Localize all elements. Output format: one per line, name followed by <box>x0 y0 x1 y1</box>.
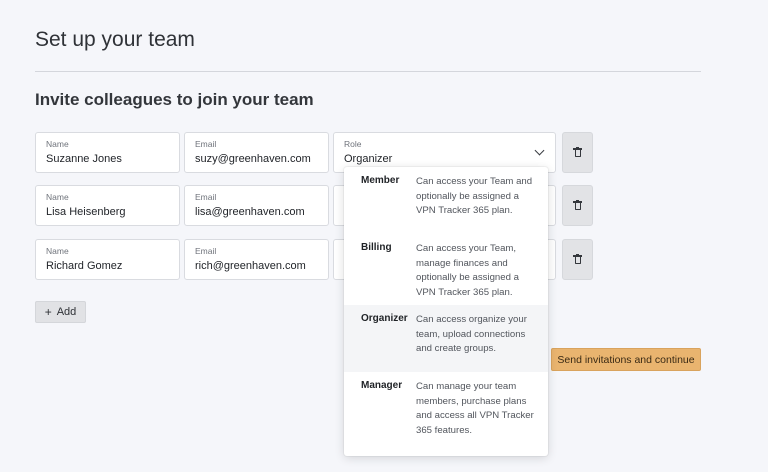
role-option-description: Can access your Team and optionally be a… <box>416 176 533 216</box>
role-option-organizer[interactable]: Organizer Can access organize your team,… <box>344 305 548 372</box>
email-value: lisa@greenhaven.com <box>195 206 305 218</box>
role-value: Organizer <box>344 153 393 165</box>
role-option-member[interactable]: Member Can access your Team and optional… <box>344 167 548 238</box>
plus-icon: + <box>44 305 52 319</box>
email-field[interactable]: Email lisa@greenhaven.com <box>184 185 329 226</box>
email-label: Email <box>195 192 217 202</box>
name-field[interactable]: Name Richard Gomez <box>35 239 180 280</box>
email-value: suzy@greenhaven.com <box>195 153 311 165</box>
email-label: Email <box>195 139 217 149</box>
name-label: Name <box>46 139 69 149</box>
email-value: rich@greenhaven.com <box>195 260 306 272</box>
add-row-button[interactable]: + Add <box>35 301 86 323</box>
email-field[interactable]: Email rich@greenhaven.com <box>184 239 329 280</box>
role-option-name: Billing <box>361 242 392 253</box>
page-title: Set up your team <box>35 28 195 51</box>
role-option-description: Can access your Team, manage finances an… <box>416 243 519 298</box>
role-label: Role <box>344 139 362 149</box>
role-option-name: Organizer <box>361 313 408 324</box>
trash-icon <box>573 146 582 157</box>
trash-icon <box>573 253 582 264</box>
name-value: Suzanne Jones <box>46 153 122 165</box>
name-field[interactable]: Name Lisa Heisenberg <box>35 185 180 226</box>
email-label: Email <box>195 246 217 256</box>
role-option-description: Can access organize your team, upload co… <box>416 314 527 354</box>
send-invitations-button[interactable]: Send invitations and continue <box>551 348 701 371</box>
delete-row-button[interactable] <box>562 239 593 280</box>
trash-icon <box>573 199 582 210</box>
delete-row-button[interactable] <box>562 132 593 173</box>
role-option-name: Member <box>361 175 400 186</box>
role-option-name: Manager <box>361 380 403 391</box>
name-value: Lisa Heisenberg <box>46 206 126 218</box>
name-field[interactable]: Name Suzanne Jones <box>35 132 180 173</box>
role-option-manager[interactable]: Manager Can manage your team members, pu… <box>344 372 548 456</box>
name-label: Name <box>46 192 69 202</box>
name-value: Richard Gomez <box>46 260 123 272</box>
section-title: Invite colleagues to join your team <box>35 90 314 109</box>
delete-row-button[interactable] <box>562 185 593 226</box>
role-option-description: Can manage your team members, purchase p… <box>416 381 534 436</box>
divider <box>35 71 701 72</box>
name-label: Name <box>46 246 69 256</box>
role-dropdown-menu: Member Can access your Team and optional… <box>344 167 548 456</box>
add-label: Add <box>56 306 77 318</box>
email-field[interactable]: Email suzy@greenhaven.com <box>184 132 329 173</box>
role-option-billing[interactable]: Billing Can access your Team, manage fin… <box>344 234 548 305</box>
